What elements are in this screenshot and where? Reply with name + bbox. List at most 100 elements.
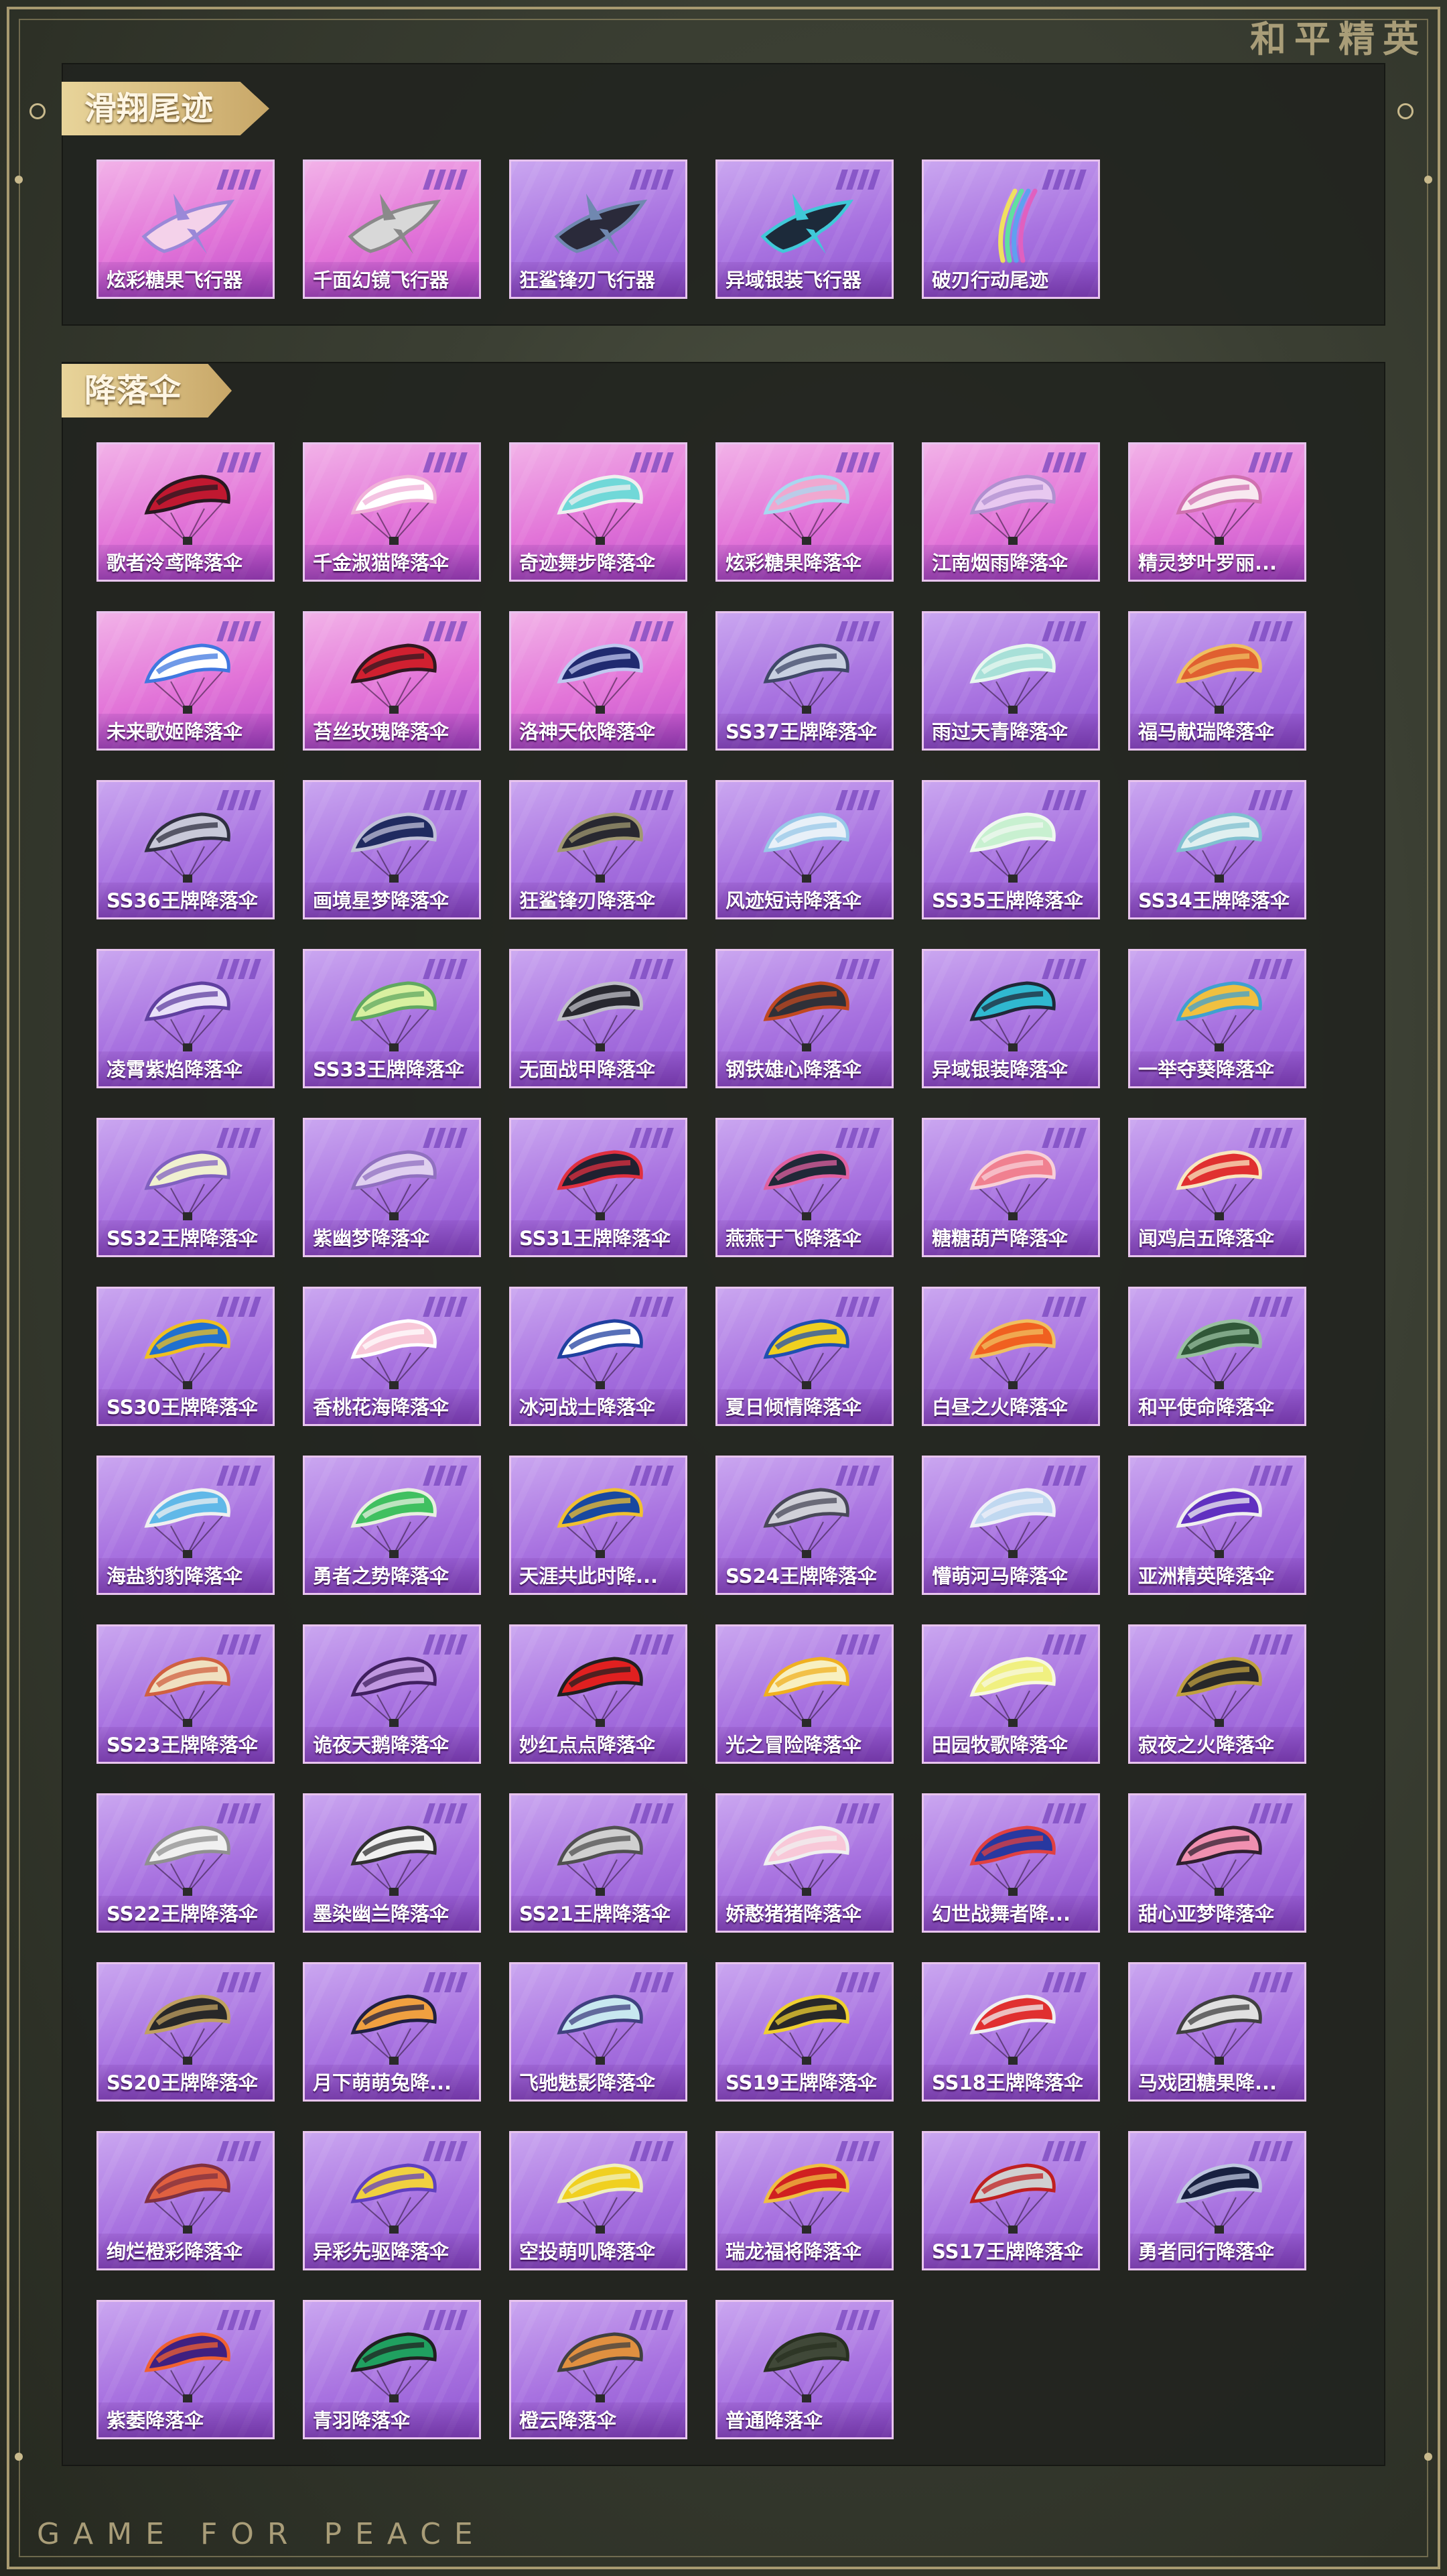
parachute-card[interactable]: 精灵梦叶罗丽... <box>1128 442 1306 582</box>
glider-trail-card[interactable]: 异域银装飞行器 <box>715 159 894 299</box>
item-name: 普通降落伞 <box>726 2409 823 2432</box>
parachute-card[interactable]: 勇者同行降落伞 <box>1128 2131 1306 2270</box>
parachute-card[interactable]: 无面战甲降落伞 <box>509 949 687 1088</box>
parachute-card[interactable]: SS37王牌降落伞 <box>715 611 894 751</box>
glider-trail-card[interactable]: 狂鲨锋刃飞行器 <box>509 159 687 299</box>
parachute-card[interactable]: 夏日倾情降落伞 <box>715 1287 894 1426</box>
parachute-card[interactable]: 紫萎降落伞 <box>96 2300 275 2439</box>
parachute-card[interactable]: SS33王牌降落伞 <box>303 949 481 1088</box>
parachute-card[interactable]: 风迹短诗降落伞 <box>715 780 894 919</box>
parachute-card[interactable]: 甜心亚梦降落伞 <box>1128 1793 1306 1933</box>
parachute-card[interactable]: 燕燕于飞降落伞 <box>715 1118 894 1257</box>
parachute-card[interactable]: 凌霄紫焰降落伞 <box>96 949 275 1088</box>
parachute-card[interactable]: SS17王牌降落伞 <box>922 2131 1100 2270</box>
parachute-card[interactable]: 飞驰魅影降落伞 <box>509 1962 687 2102</box>
parachute-card[interactable]: 幻世战舞者降... <box>922 1793 1100 1933</box>
parachute-card[interactable]: SS30王牌降落伞 <box>96 1287 275 1426</box>
parachute-card[interactable]: 异彩先驱降落伞 <box>303 2131 481 2270</box>
parachute-card[interactable]: 空投萌叽降落伞 <box>509 2131 687 2270</box>
parachute-card[interactable]: 奇迹舞步降落伞 <box>509 442 687 582</box>
parachute-card[interactable]: 勇者之势降落伞 <box>303 1456 481 1595</box>
parachute-card[interactable]: 狂鲨锋刃降落伞 <box>509 780 687 919</box>
item-name: SS24王牌降落伞 <box>726 1565 877 1588</box>
parachute-card[interactable]: 冰河战士降落伞 <box>509 1287 687 1426</box>
parachute-card[interactable]: 青羽降落伞 <box>303 2300 481 2439</box>
parachute-icon <box>557 1825 643 1896</box>
parachute-card[interactable]: 海盐豹豹降落伞 <box>96 1456 275 1595</box>
parachute-card[interactable]: 懵萌河马降落伞 <box>922 1456 1100 1595</box>
parachute-card[interactable]: SS20王牌降落伞 <box>96 1962 275 2102</box>
parachute-card[interactable]: 光之冒险降落伞 <box>715 1624 894 1764</box>
parachute-icon <box>1176 1150 1262 1220</box>
parachute-card[interactable]: 歌者泠鸢降落伞 <box>96 442 275 582</box>
parachute-card[interactable]: 田园牧歌降落伞 <box>922 1624 1100 1764</box>
item-name: 糖糖葫芦降落伞 <box>932 1227 1069 1250</box>
parachute-card[interactable]: 橙云降落伞 <box>509 2300 687 2439</box>
parachute-card[interactable]: 糖糖葫芦降落伞 <box>922 1118 1100 1257</box>
parachute-card[interactable]: 诡夜天鹅降落伞 <box>303 1624 481 1764</box>
parachute-icon <box>350 2332 437 2402</box>
parachute-card[interactable]: SS19王牌降落伞 <box>715 1962 894 2102</box>
parachute-card[interactable]: 未来歌姬降落伞 <box>96 611 275 751</box>
parachute-card[interactable]: 天涯共此时降... <box>509 1456 687 1595</box>
parachute-card[interactable]: 绚烂橙彩降落伞 <box>96 2131 275 2270</box>
glider-trail-card[interactable]: 破刃行动尾迹 <box>922 159 1100 299</box>
parachute-card[interactable]: SS31王牌降落伞 <box>509 1118 687 1257</box>
parachute-card[interactable]: SS34王牌降落伞 <box>1128 780 1306 919</box>
parachute-card[interactable]: SS32王牌降落伞 <box>96 1118 275 1257</box>
item-name: 瑞龙福将降落伞 <box>726 2240 862 2263</box>
parachute-card[interactable]: SS22王牌降落伞 <box>96 1793 275 1933</box>
parachute-card[interactable]: 娇憨猪猪降落伞 <box>715 1793 894 1933</box>
parachute-card[interactable]: 妙红点点降落伞 <box>509 1624 687 1764</box>
parachute-card[interactable]: 和平使命降落伞 <box>1128 1287 1306 1426</box>
item-name: 无面战甲降落伞 <box>519 1058 656 1081</box>
parachute-icon <box>350 1994 437 2065</box>
parachute-card[interactable]: 炫彩糖果降落伞 <box>715 442 894 582</box>
parachute-card[interactable]: 白昼之火降落伞 <box>922 1287 1100 1426</box>
parachute-card[interactable]: 墨染幽兰降落伞 <box>303 1793 481 1933</box>
parachute-card[interactable]: 苔丝玫瑰降落伞 <box>303 611 481 751</box>
item-name: SS37王牌降落伞 <box>726 720 877 743</box>
parachute-card[interactable]: 马戏团糖果降... <box>1128 1962 1306 2102</box>
parachute-card[interactable]: 月下萌萌兔降... <box>303 1962 481 2102</box>
parachute-icon <box>1176 981 1262 1051</box>
parachute-icon <box>1176 1994 1262 2065</box>
parachute-card[interactable]: SS35王牌降落伞 <box>922 780 1100 919</box>
item-name: 诡夜天鹅降落伞 <box>313 1734 450 1756</box>
parachute-card[interactable]: 江南烟雨降落伞 <box>922 442 1100 582</box>
parachute-icon <box>1176 1488 1262 1558</box>
parachute-icon <box>557 474 643 545</box>
glider-trail-card[interactable]: 千面幻镜飞行器 <box>303 159 481 299</box>
parachute-icon <box>763 643 849 714</box>
parachute-card[interactable]: 闻鸡启五降落伞 <box>1128 1118 1306 1257</box>
parachute-card[interactable]: 瑞龙福将降落伞 <box>715 2131 894 2270</box>
parachute-card[interactable]: 福马献瑞降落伞 <box>1128 611 1306 751</box>
parachute-card[interactable]: 异域银装降落伞 <box>922 949 1100 1088</box>
parachute-card[interactable]: SS24王牌降落伞 <box>715 1456 894 1595</box>
parachute-card[interactable]: SS36王牌降落伞 <box>96 780 275 919</box>
parachute-card[interactable]: 雨过天青降落伞 <box>922 611 1100 751</box>
parachute-icon <box>350 2163 437 2234</box>
glider-trail-card[interactable]: 炫彩糖果飞行器 <box>96 159 275 299</box>
parachute-card[interactable]: 千金淑猫降落伞 <box>303 442 481 582</box>
parachute-card[interactable]: 寂夜之火降落伞 <box>1128 1624 1306 1764</box>
parachute-icon <box>557 1150 643 1220</box>
parachute-icon <box>144 1150 230 1220</box>
parachute-card[interactable]: 紫幽梦降落伞 <box>303 1118 481 1257</box>
parachute-card[interactable]: SS18王牌降落伞 <box>922 1962 1100 2102</box>
parachute-card[interactable]: 香桃花海降落伞 <box>303 1287 481 1426</box>
parachute-icon <box>763 1825 849 1896</box>
parachute-card[interactable]: 洛神天依降落伞 <box>509 611 687 751</box>
parachute-card[interactable]: 亚洲精英降落伞 <box>1128 1456 1306 1595</box>
parachute-card[interactable]: 普通降落伞 <box>715 2300 894 2439</box>
item-name: 海盐豹豹降落伞 <box>107 1565 243 1588</box>
item-name: 歌者泠鸢降落伞 <box>107 552 243 574</box>
parachute-card[interactable]: 画境星梦降落伞 <box>303 780 481 919</box>
item-name: 一举夺葵降落伞 <box>1138 1058 1275 1081</box>
parachute-card[interactable]: 钢铁雄心降落伞 <box>715 949 894 1088</box>
item-name: 月下萌萌兔降... <box>313 2071 452 2094</box>
parachute-icon <box>969 1825 1056 1896</box>
parachute-card[interactable]: SS21王牌降落伞 <box>509 1793 687 1933</box>
parachute-card[interactable]: SS23王牌降落伞 <box>96 1624 275 1764</box>
parachute-card[interactable]: 一举夺葵降落伞 <box>1128 949 1306 1088</box>
